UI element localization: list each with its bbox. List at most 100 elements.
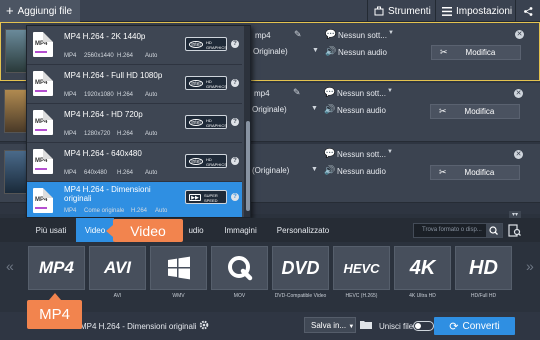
edit-label: Modifica	[464, 107, 495, 116]
audio-selector[interactable]: Nessun audio	[338, 48, 387, 57]
scroll-right-arrow[interactable]: »	[526, 258, 534, 274]
help-icon[interactable]: ?	[231, 79, 239, 87]
preferences-label: Impostazioni	[456, 5, 513, 17]
dropdown-scrollbar[interactable]	[244, 26, 250, 217]
audio-icon: 🔊	[324, 165, 336, 175]
convert-button[interactable]: ⟳ Converti	[434, 317, 515, 335]
remove-file-button[interactable]: ✕	[514, 150, 523, 159]
help-icon[interactable]: ?	[231, 157, 239, 165]
merge-files-toggle[interactable]	[413, 321, 434, 331]
format-caption: DVD-Compatible Video	[274, 293, 327, 299]
device-scan-button[interactable]	[507, 223, 522, 238]
avi-logo: AVI	[89, 246, 146, 290]
edit-button[interactable]: ✂ Modifica	[430, 104, 520, 119]
edit-button[interactable]: ✂ Modifica	[431, 45, 521, 60]
help-icon[interactable]: ?	[231, 40, 239, 48]
remove-file-button[interactable]: ✕	[514, 89, 523, 98]
scissors-icon: ✂	[439, 106, 447, 116]
chevron-down-icon[interactable]: ▼	[311, 105, 318, 112]
open-folder-button[interactable]	[360, 319, 372, 330]
format-caption: MOV	[233, 293, 246, 299]
chevron-down-icon[interactable]: ▼	[387, 88, 393, 94]
output-format-value[interactable]: (Originale)	[252, 166, 289, 175]
subtitle-icon: 💬	[324, 148, 336, 158]
pencil-icon[interactable]: ✎	[293, 87, 301, 98]
preset-quality: Auto	[145, 170, 158, 176]
preset-name: MP4 H.264 - HD 720p	[64, 110, 143, 119]
format-caption: 4K Ultra HD	[409, 293, 436, 299]
mp4-callout: MP4	[27, 293, 82, 329]
preset-item[interactable]: MP4 MP4 H.264 - Full HD 1080p MP4 1920x1…	[27, 65, 242, 104]
preset-item[interactable]: MP4 MP4 H.264 - HD 720p MP4 1280x720 H.2…	[27, 104, 242, 143]
help-icon[interactable]: ?	[231, 193, 239, 201]
chevron-down-icon[interactable]: ▼	[312, 47, 319, 54]
audio-icon: 🔊	[324, 104, 336, 114]
preset-container: MP4	[64, 131, 77, 137]
mp4-logo: MP4	[28, 246, 85, 290]
tools-label: Strumenti	[388, 5, 431, 17]
mp4-file-icon: MP4	[33, 188, 53, 213]
tab-custom[interactable]: Personalizzato	[272, 218, 334, 242]
mp4-file-icon: MP4	[33, 71, 53, 96]
tab-images[interactable]: Immagini	[218, 218, 263, 242]
super-speed-badge: ▶▶ SUPER SPEED	[185, 190, 227, 204]
help-icon[interactable]: ?	[231, 118, 239, 126]
gear-icon	[199, 320, 209, 330]
format-tile-wmv[interactable]: WMV	[150, 246, 207, 308]
preset-quality: Auto	[155, 208, 168, 214]
convert-label: Converti	[462, 320, 500, 332]
format-tile-hd[interactable]: HD HD/Full HD	[455, 246, 512, 308]
chevron-down-icon[interactable]: ▼	[311, 166, 318, 173]
preset-codec: H.264	[117, 53, 134, 59]
save-to-button[interactable]: Salva in... ▼	[304, 317, 356, 333]
audio-selector[interactable]: Nessun audio	[337, 167, 386, 176]
preset-name: MP4 H.264 - Full HD 1080p	[64, 71, 163, 80]
chevron-down-icon[interactable]: ▼	[388, 30, 394, 36]
preset-item[interactable]: MP4 MP4 H.264 - 2K 1440p MP4 2560x1440 H…	[27, 26, 242, 65]
tools-button[interactable]: Strumenti	[367, 0, 435, 22]
format-caption: HEVC (H.265)	[345, 293, 378, 299]
save-to-label: Salva in...	[311, 321, 347, 330]
preset-quality: Auto	[145, 92, 158, 98]
preset-item-selected[interactable]: MP4 MP4 H.264 - Dimensioni originali MP4…	[27, 182, 242, 217]
format-tile-avi[interactable]: AVI AVI	[89, 246, 146, 308]
subtitles-selector[interactable]: Nessun sott...	[337, 150, 386, 159]
toolbox-icon	[374, 6, 384, 16]
output-format-summary: MP4 H.264 - Dimensioni originali	[80, 322, 197, 331]
output-settings-button[interactable]	[198, 319, 210, 331]
preset-name: MP4 H.264 - 2K 1440p	[64, 32, 146, 41]
output-format-value[interactable]: Originale)	[252, 105, 287, 114]
mp4-file-icon: MP4	[33, 32, 53, 57]
format-tile-dvd[interactable]: DVD DVD-Compatible Video	[272, 246, 329, 308]
edit-button[interactable]: ✂ Modifica	[430, 165, 520, 180]
audio-selector[interactable]: Nessun audio	[337, 106, 386, 115]
video-callout: Video	[106, 219, 183, 242]
add-files-button[interactable]: + Aggiungi file	[0, 0, 80, 22]
tab-audio[interactable]: udio	[185, 218, 207, 242]
pencil-icon[interactable]: ✎	[294, 29, 302, 40]
format-tile-hevc[interactable]: HEVC HEVC (H.265)	[333, 246, 390, 308]
format-caption: HD/Full HD	[470, 293, 497, 299]
preset-resolution: 2560x1440	[84, 53, 114, 59]
preset-container: MP4	[64, 170, 77, 176]
intel-hd-badge: intel HD GRAPHICS	[185, 76, 227, 90]
search-button[interactable]	[486, 224, 502, 237]
hd-logo: HD	[455, 246, 512, 290]
subtitles-selector[interactable]: Nessun sott...	[338, 31, 387, 40]
device-search-icon	[508, 224, 521, 237]
chevron-down-icon[interactable]: ▼	[387, 149, 393, 155]
tab-popular[interactable]: Più usati	[30, 218, 72, 242]
merge-files-label: Unisci file	[379, 322, 414, 331]
format-tile-mov[interactable]: MOV	[211, 246, 268, 308]
subtitles-selector[interactable]: Nessun sott...	[337, 89, 386, 98]
scroll-left-arrow[interactable]: «	[6, 258, 14, 274]
output-format-value[interactable]: Originale)	[253, 47, 288, 56]
format-tile-4k[interactable]: 4K 4K Ultra HD	[394, 246, 451, 308]
preset-codec: H.264	[117, 92, 134, 98]
output-format-label: mp4	[254, 89, 270, 98]
share-button[interactable]	[515, 0, 540, 22]
remove-file-button[interactable]: ✕	[515, 30, 524, 39]
preferences-button[interactable]: Impostazioni	[435, 0, 515, 22]
intel-hd-badge: intel HD GRAPHICS	[185, 154, 227, 168]
preset-item[interactable]: MP4 MP4 H.264 - 640x480 MP4 640x480 H.26…	[27, 143, 242, 182]
